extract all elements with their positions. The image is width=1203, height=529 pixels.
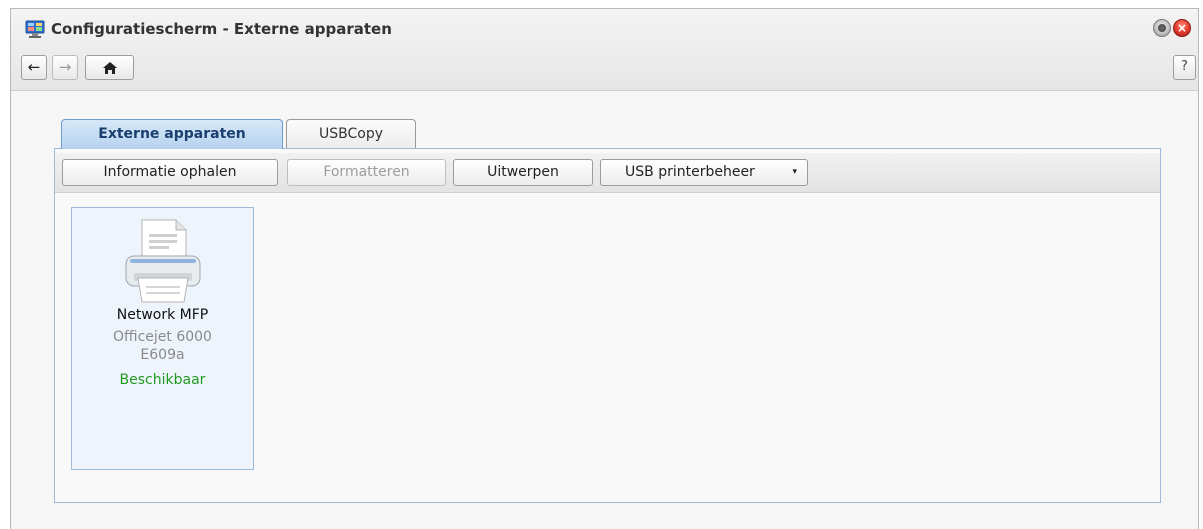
tab-panel: Informatie ophalen Formatteren Uitwerpen… [54, 148, 1161, 503]
device-name: Network MFP [116, 307, 209, 323]
tab-label: Externe apparaten [98, 126, 246, 142]
format-button[interactable]: Formatteren [287, 159, 446, 186]
home-icon [102, 62, 117, 74]
tab-usbcopy[interactable]: USBCopy [286, 119, 416, 149]
tab-externe-apparaten[interactable]: Externe apparaten [61, 119, 283, 149]
usb-printer-label: USB printerbeheer [625, 164, 755, 180]
printer-icon [125, 219, 201, 303]
title-bar: Configuratiescherm - Externe apparaten ×… [11, 9, 1198, 91]
toolbar: Informatie ophalen Formatteren Uitwerpen… [55, 153, 1160, 193]
close-button[interactable]: × [1173, 19, 1191, 37]
help-button[interactable]: ? [1173, 55, 1196, 80]
info-button[interactable]: Informatie ophalen [62, 159, 278, 186]
tab-label: USBCopy [318, 126, 383, 142]
arrow-left-icon: ← [27, 58, 41, 76]
window-title: Configuratiescherm - Externe apparaten [51, 20, 392, 38]
eject-button[interactable]: Uitwerpen [453, 159, 593, 186]
device-card[interactable]: Network MFP Officejet 6000 E609a Beschik… [71, 207, 254, 470]
minimize-button[interactable] [1153, 19, 1171, 37]
device-model: Officejet 6000 E609a [113, 329, 212, 363]
control-panel-window: Configuratiescherm - Externe apparaten ×… [10, 8, 1199, 529]
control-panel-icon [25, 20, 45, 38]
help-icon: ? [1181, 59, 1188, 74]
forward-button[interactable]: → [52, 55, 78, 80]
back-button[interactable]: ← [21, 55, 47, 80]
arrow-right-icon: → [58, 58, 72, 76]
chevron-down-icon: ▾ [792, 167, 797, 177]
home-button[interactable] [85, 55, 134, 80]
usb-printer-menu-button[interactable]: USB printerbeheer ▾ [600, 159, 808, 186]
device-status: Beschikbaar [119, 372, 206, 388]
